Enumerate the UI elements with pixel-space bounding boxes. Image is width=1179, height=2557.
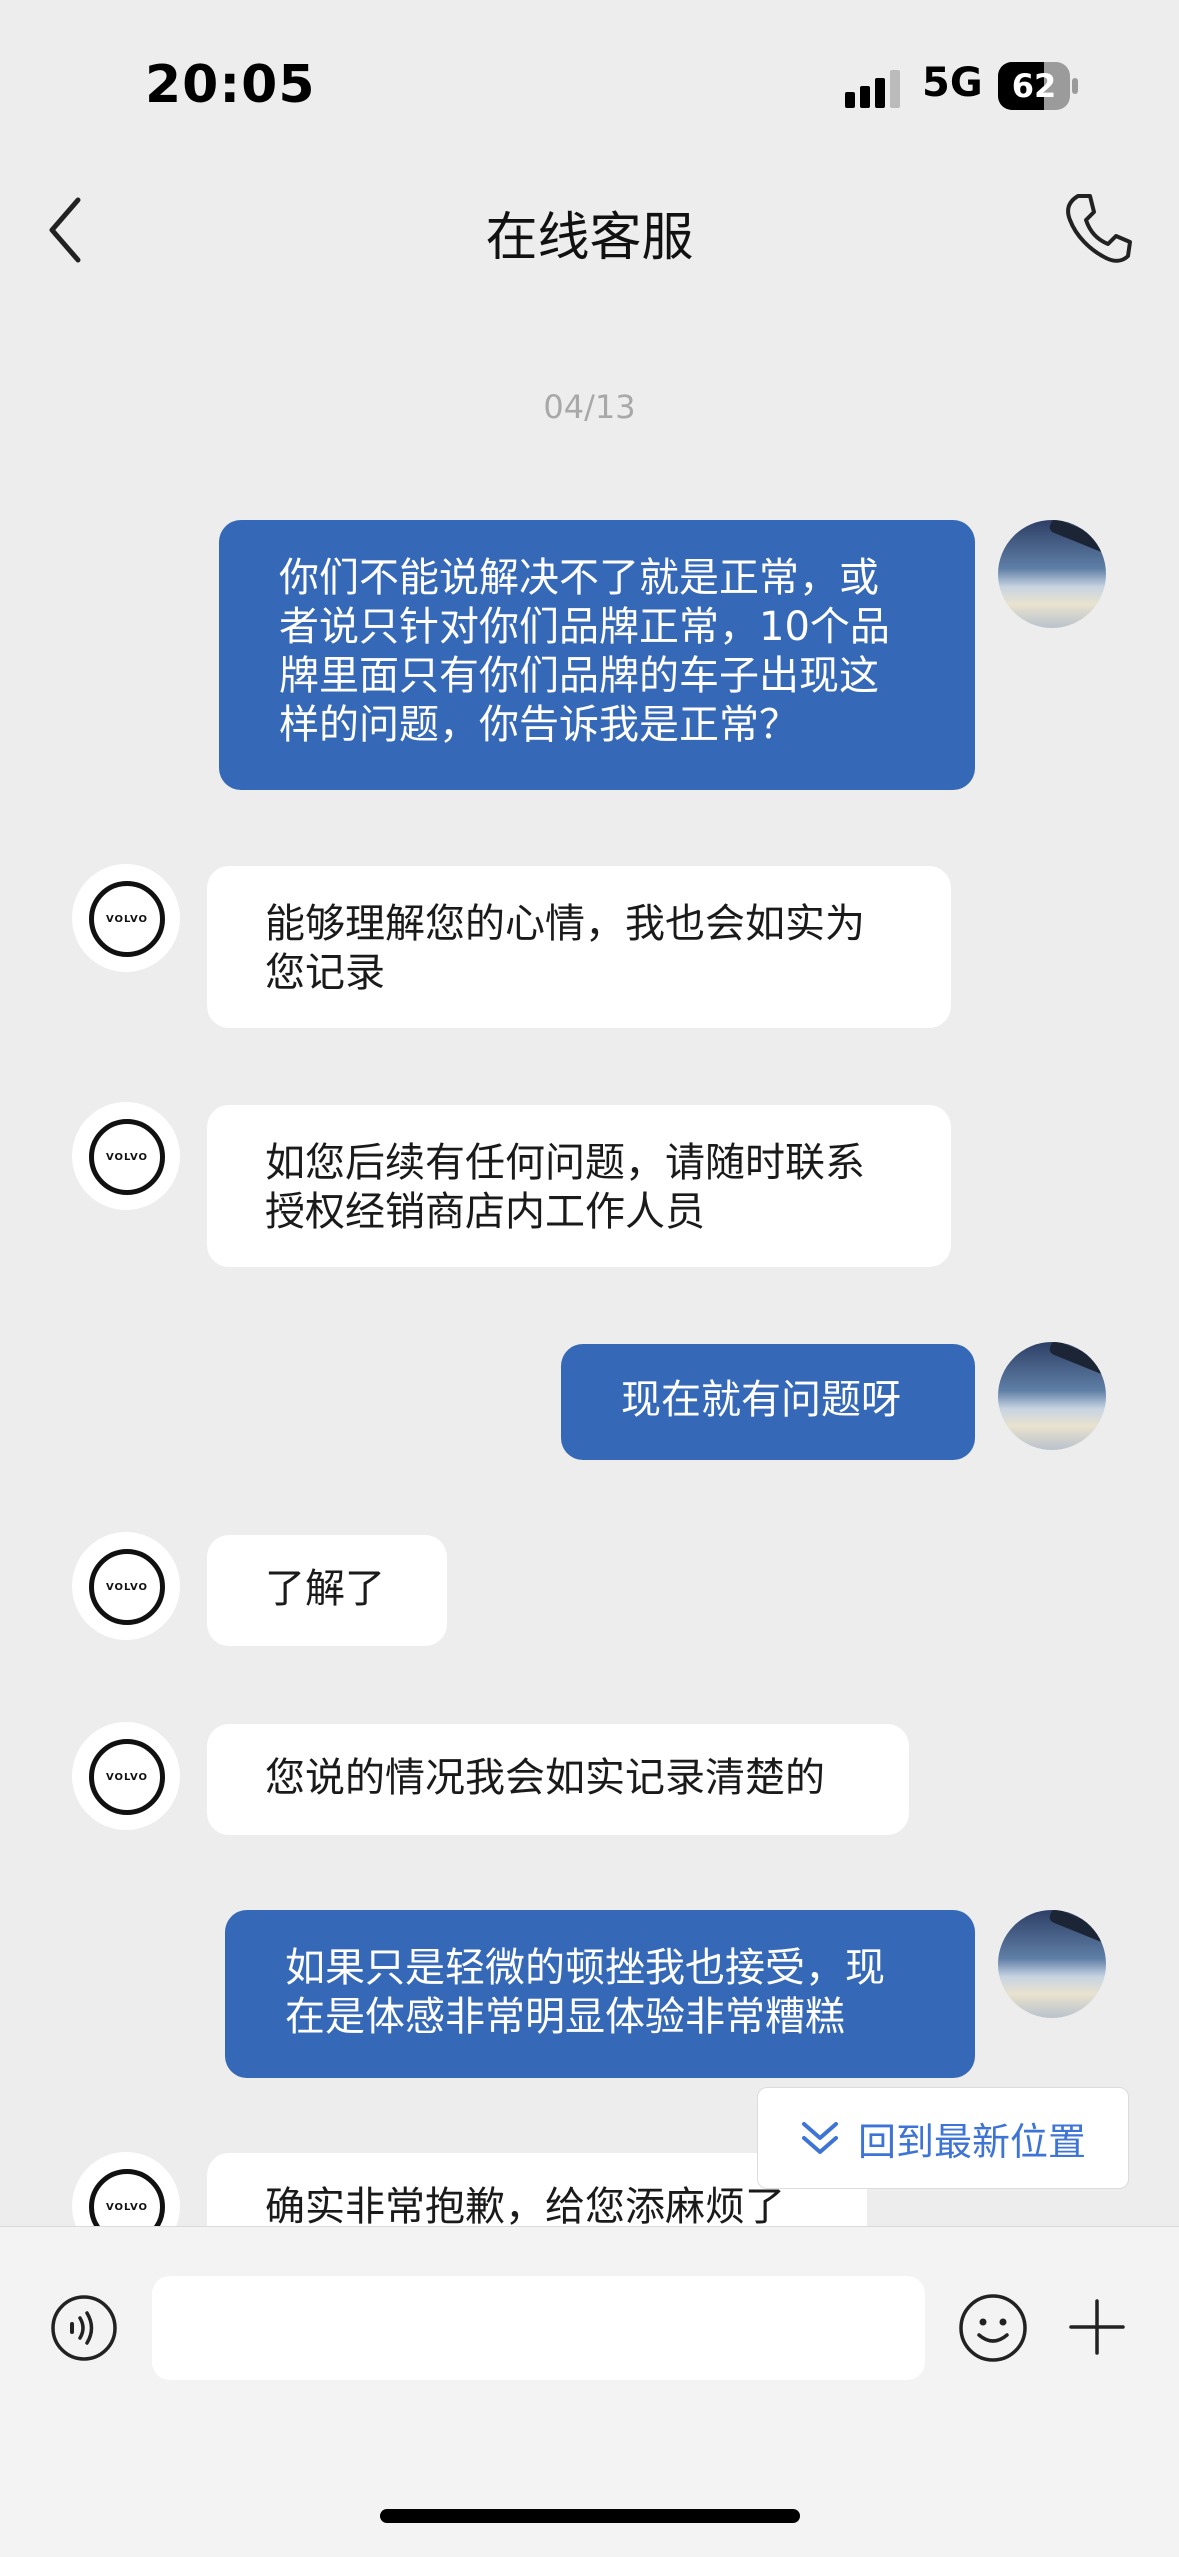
bot-message-bubble[interactable]: 您说的情况我会如实记录清楚的 [207, 1724, 909, 1835]
user-avatar[interactable] [998, 1910, 1106, 2018]
volvo-logo-icon: VOLVO [89, 1119, 165, 1195]
volvo-logo-icon: VOLVO [89, 1739, 165, 1815]
volvo-logo-icon: VOLVO [89, 881, 165, 957]
user-avatar[interactable] [998, 520, 1106, 628]
message-input[interactable] [152, 2276, 925, 2380]
user-message-bubble[interactable]: 现在就有问题呀 [561, 1344, 975, 1460]
jump-to-latest-button[interactable]: 回到最新位置 [757, 2087, 1129, 2189]
logo-text: VOLVO [105, 1771, 149, 1783]
message-text: 如您后续有任何问题，请随时联系授权经销商店内工作人员 [265, 1140, 865, 1235]
more-options-button[interactable] [1068, 2298, 1126, 2356]
emoji-button[interactable] [958, 2293, 1028, 2363]
message-text: 您说的情况我会如实记录清楚的 [265, 1755, 825, 1801]
chat-message-list[interactable]: 你们不能说解决不了就是正常，或者说只针对你们品牌正常，10个品牌里面只有你们品牌… [0, 0, 1179, 2226]
message-text: 了解了 [265, 1566, 385, 1612]
logo-text: VOLVO [105, 913, 149, 925]
voice-input-button[interactable] [50, 2294, 118, 2362]
logo-text: VOLVO [105, 1151, 149, 1163]
user-avatar[interactable] [998, 1342, 1106, 1450]
logo-text: VOLVO [105, 2201, 149, 2213]
jump-to-latest-label: 回到最新位置 [857, 2119, 1086, 2164]
bot-message-bubble[interactable]: 如您后续有任何问题，请随时联系授权经销商店内工作人员 [207, 1105, 951, 1267]
bot-avatar[interactable]: VOLVO [72, 1102, 180, 1210]
bot-avatar[interactable]: VOLVO [72, 1532, 180, 1640]
message-text: 如果只是轻微的顿挫我也接受，现在是体感非常明显体验非常糟糕 [285, 1945, 885, 2040]
double-chevron-down-icon [801, 2122, 838, 2154]
bot-avatar[interactable]: VOLVO [72, 2152, 180, 2226]
logo-text: VOLVO [105, 1581, 149, 1593]
volvo-logo-icon: VOLVO [89, 1549, 165, 1625]
bot-avatar[interactable]: VOLVO [72, 1722, 180, 1830]
home-indicator[interactable] [380, 2509, 800, 2523]
bot-message-bubble[interactable]: 了解了 [207, 1535, 447, 1646]
bot-avatar[interactable]: VOLVO [72, 864, 180, 972]
user-message-bubble[interactable]: 你们不能说解决不了就是正常，或者说只针对你们品牌正常，10个品牌里面只有你们品牌… [219, 520, 975, 790]
volvo-logo-icon: VOLVO [89, 2169, 165, 2226]
user-message-bubble[interactable]: 如果只是轻微的顿挫我也接受，现在是体感非常明显体验非常糟糕 [225, 1910, 975, 2078]
bot-message-bubble[interactable]: 能够理解您的心情，我也会如实为您记录 [207, 866, 951, 1028]
message-text: 确实非常抱歉，给您添麻烦了 [265, 2184, 785, 2226]
message-text: 能够理解您的心情，我也会如实为您记录 [265, 901, 865, 996]
message-text: 你们不能说解决不了就是正常，或者说只针对你们品牌正常，10个品牌里面只有你们品牌… [279, 555, 890, 748]
message-text: 现在就有问题呀 [621, 1377, 901, 1423]
